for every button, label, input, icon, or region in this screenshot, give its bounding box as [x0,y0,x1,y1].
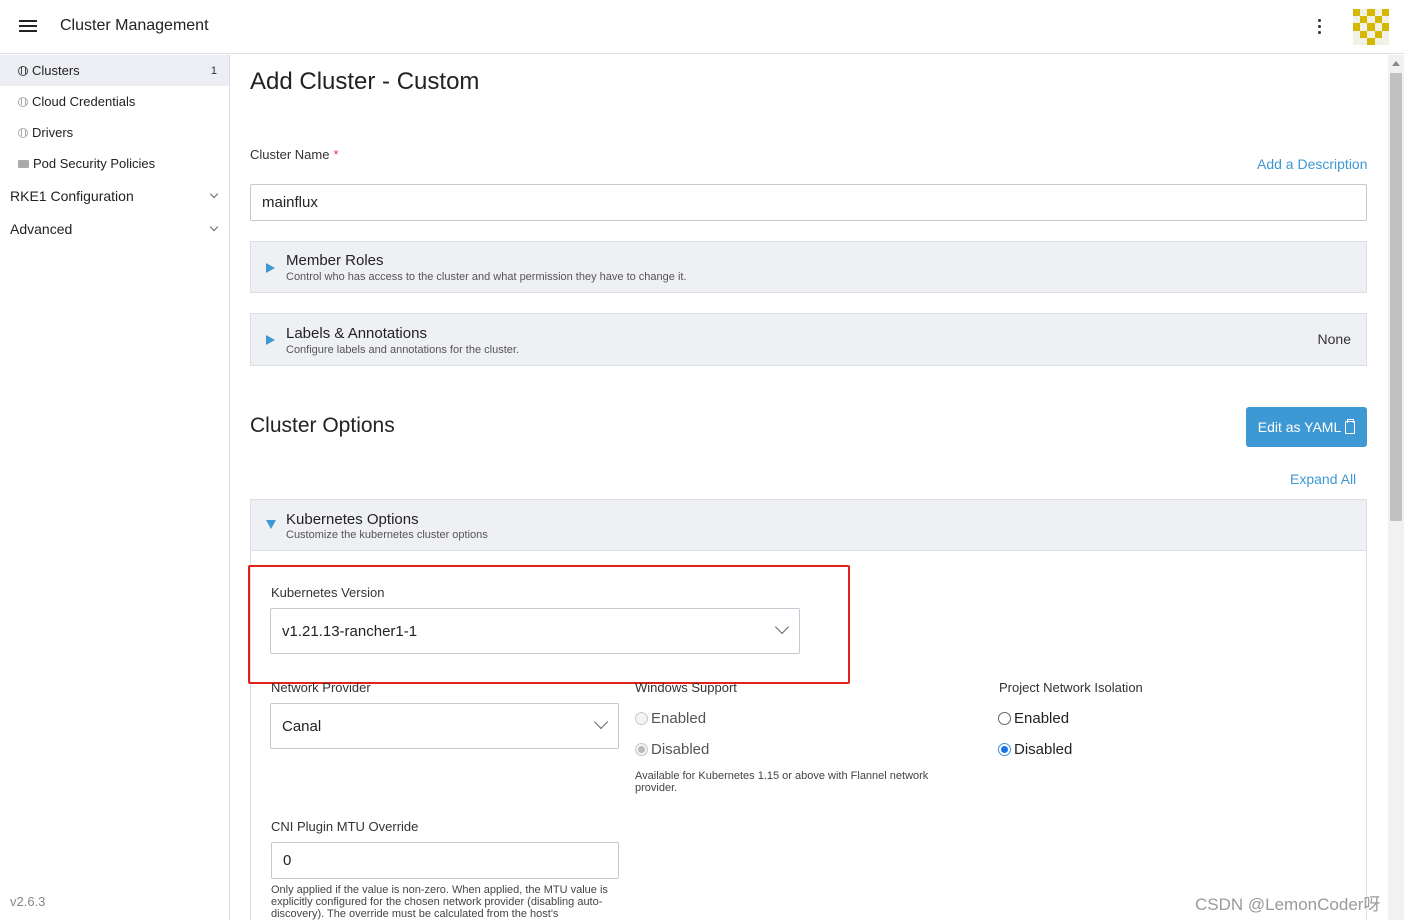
vertical-scrollbar[interactable] [1388,55,1404,920]
accordion-description: Configure labels and annotations for the… [286,344,519,356]
radio-label: Enabled [1014,710,1070,727]
windows-support-disabled-radio[interactable]: Disabled [635,741,709,758]
expand-all-link[interactable]: Expand All [1290,471,1356,487]
cni-mtu-input[interactable]: 0 [271,842,619,879]
sidebar-item-label: Clusters [32,63,80,78]
globe-icon [18,96,28,107]
cluster-count-badge: 1 [210,64,217,77]
cluster-name-input[interactable]: mainflux [250,184,1367,221]
accordion-description: Control who has access to the cluster an… [286,271,687,283]
cni-mtu-label: CNI Plugin MTU Override [271,819,419,834]
member-roles-accordion[interactable]: Member Roles Control who has access to t… [250,241,1367,293]
cluster-name-label-text: Cluster Name [250,147,330,162]
sidebar: Clusters 1 Cloud Credentials Drivers Pod… [0,55,230,920]
sidebar-item-label: Pod Security Policies [33,156,156,171]
network-provider-select[interactable]: Canal [270,703,619,749]
labels-annotations-accordion[interactable]: Labels & Annotations Configure labels an… [250,313,1367,366]
sidebar-item-label: Cloud Credentials [32,94,136,109]
project-network-isolation-enabled-radio[interactable]: Enabled [998,710,1069,727]
sidebar-item-cloud-credentials[interactable]: Cloud Credentials [0,86,229,117]
radio-label: Enabled [651,710,707,727]
page-title: Add Cluster - Custom [250,68,480,95]
windows-support-label: Windows Support [635,680,737,695]
radio-label: Disabled [1014,741,1073,758]
version-label: v2.6.3 [10,894,46,909]
scrollbar-thumb[interactable] [1390,73,1402,521]
sidebar-item-clusters[interactable]: Clusters 1 [0,55,229,86]
radio-button [635,712,648,725]
radio-button [635,743,648,756]
globe-icon [18,65,28,76]
sidebar-group-label: RKE1 Configuration [10,187,134,204]
globe-icon [18,127,28,138]
expand-triangle-icon [266,263,275,273]
edit-as-yaml-button[interactable]: Edit as YAML [1246,407,1367,447]
hamburger-menu-icon[interactable] [19,19,37,33]
more-vertical-icon[interactable] [1310,16,1328,38]
cluster-options-title: Cluster Options [250,414,395,437]
project-network-isolation-label: Project Network Isolation [999,680,1143,695]
accordion-description: Customize the kubernetes cluster options [286,529,488,541]
sidebar-group-label: Advanced [10,220,73,237]
project-network-isolation-disabled-radio[interactable]: Disabled [998,741,1072,758]
network-provider-label: Network Provider [271,680,371,695]
sidebar-item-pod-security-policies[interactable]: Pod Security Policies [0,148,229,179]
main-content: Add Cluster - Custom Cluster Name * Add a… [231,55,1388,920]
kubernetes-version-select[interactable]: v1.21.13-rancher1-1 [270,608,800,654]
watermark: CSDN @LemonCoder呀 [1195,895,1381,914]
cluster-name-label: Cluster Name * [250,147,339,162]
windows-support-help: Available for Kubernetes 1.15 or above w… [635,770,929,794]
top-header: Cluster Management [0,0,1404,54]
chevron-down-icon [593,714,609,730]
accordion-title: Labels & Annotations [286,325,427,342]
kubernetes-version-value: v1.21.13-rancher1-1 [282,622,418,640]
windows-support-enabled-radio[interactable]: Enabled [635,710,706,727]
chevron-down-icon [209,222,219,232]
user-avatar-icon[interactable] [1353,9,1389,45]
accordion-title: Kubernetes Options [286,511,419,528]
kubernetes-options-accordion[interactable]: Kubernetes Options Customize the kuberne… [250,499,1367,551]
accordion-title: Member Roles [286,252,384,269]
expand-triangle-icon [266,335,275,345]
collapse-triangle-icon [266,520,276,529]
add-description-link[interactable]: Add a Description [1257,156,1368,172]
scroll-up-arrow-icon[interactable] [1392,61,1400,66]
required-mark: * [333,147,339,162]
network-provider-value: Canal [282,717,322,735]
clipboard-icon [1345,418,1356,434]
sidebar-item-drivers[interactable]: Drivers [0,117,229,148]
kubernetes-version-label: Kubernetes Version [271,585,385,600]
radio-button [998,743,1011,756]
labels-status: None [1317,331,1351,347]
radio-button [998,712,1011,725]
radio-label: Disabled [651,741,710,758]
edit-as-yaml-label: Edit as YAML [1257,419,1342,435]
sidebar-group-rke1-configuration[interactable]: RKE1 Configuration [0,179,229,212]
chevron-down-icon [774,619,790,635]
sidebar-item-label: Drivers [32,125,74,140]
cni-mtu-help: Only applied if the value is non-zero. W… [271,884,608,920]
sidebar-group-advanced[interactable]: Advanced [0,212,229,245]
chevron-down-icon [209,189,219,199]
app-title: Cluster Management [60,17,209,34]
folder-icon [18,159,29,168]
